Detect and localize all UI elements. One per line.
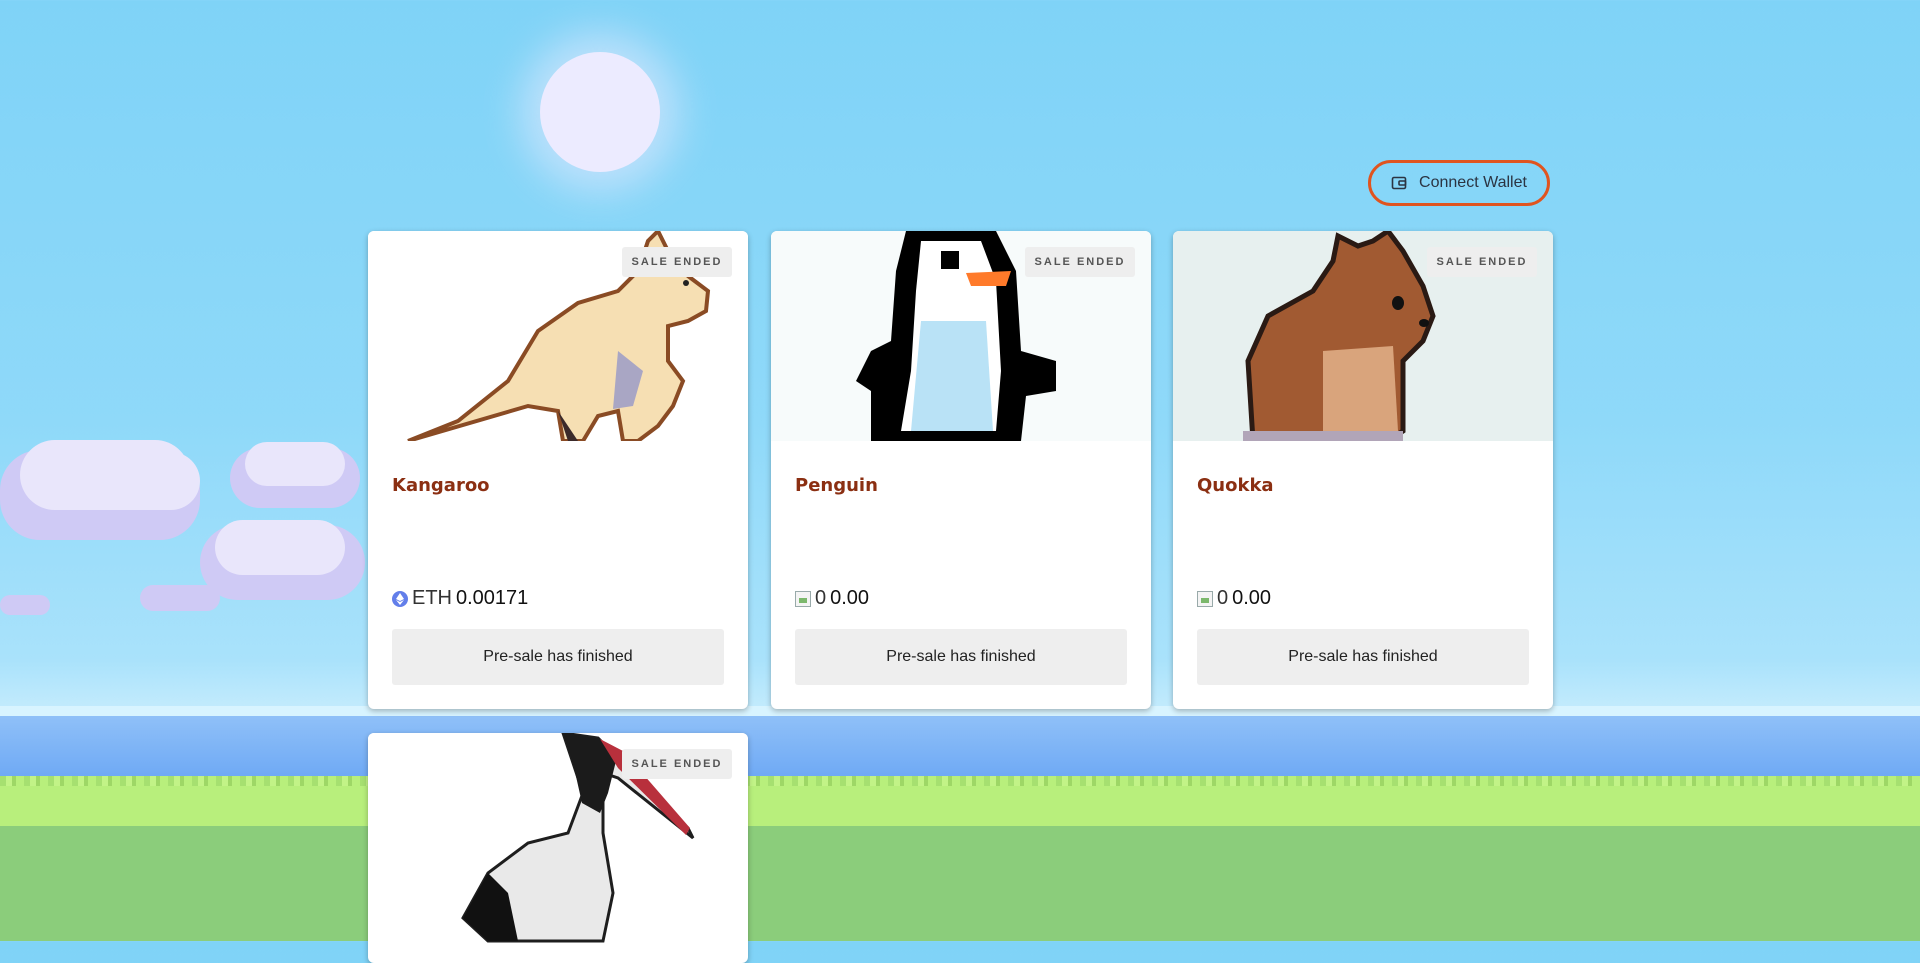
broken-image-icon: [795, 590, 811, 607]
cloud: [245, 442, 345, 486]
grass: [0, 826, 1920, 941]
sale-ended-badge: SALE ENDED: [622, 247, 732, 277]
cloud: [140, 585, 220, 611]
price: 0 0.00: [1197, 587, 1271, 610]
presale-finished-button[interactable]: Pre-sale has finished: [795, 629, 1127, 685]
sale-ended-badge: SALE ENDED: [622, 749, 732, 779]
price-value: 0.00171: [456, 587, 529, 609]
product-card-penguin: SALE ENDED Penguin 0 0.00 Pre-sale has f…: [771, 231, 1151, 709]
presale-finished-button[interactable]: Pre-sale has finished: [392, 629, 724, 685]
kangaroo-image: SALE ENDED: [368, 231, 748, 441]
sun: [540, 52, 660, 172]
price-currency: 0: [815, 587, 827, 609]
product-card-quokka: SALE ENDED Quokka 0 0.00 Pre-sale has fi…: [1173, 231, 1553, 709]
ethereum-icon: [392, 590, 408, 607]
connect-wallet-label: Connect Wallet: [1419, 174, 1527, 191]
price-value: 0.00: [1232, 587, 1272, 609]
card-title: Kangaroo: [392, 475, 490, 496]
connect-wallet-button[interactable]: Connect Wallet: [1368, 160, 1550, 206]
cloud: [215, 520, 345, 575]
ibis-image: SALE ENDED: [368, 733, 748, 943]
product-card-kangaroo: SALE ENDED Kangaroo ETH 0.00171 Pre-sale…: [368, 231, 748, 709]
product-card-ibis: SALE ENDED: [368, 733, 748, 963]
wallet-icon: [1391, 176, 1407, 190]
card-title: Quokka: [1197, 475, 1274, 496]
sale-ended-badge: SALE ENDED: [1427, 247, 1537, 277]
penguin-image: SALE ENDED: [771, 231, 1151, 441]
price-value: 0.00: [830, 587, 870, 609]
price: ETH 0.00171: [392, 587, 528, 610]
cloud: [0, 595, 50, 615]
quokka-image: SALE ENDED: [1173, 231, 1553, 441]
sale-ended-badge: SALE ENDED: [1025, 247, 1135, 277]
grass-light: [0, 786, 1920, 826]
price-currency: ETH: [412, 587, 452, 609]
card-title: Penguin: [795, 475, 878, 496]
presale-finished-button[interactable]: Pre-sale has finished: [1197, 629, 1529, 685]
cloud: [80, 452, 200, 510]
price: 0 0.00: [795, 587, 869, 610]
price-currency: 0: [1217, 587, 1229, 609]
broken-image-icon: [1197, 590, 1213, 607]
